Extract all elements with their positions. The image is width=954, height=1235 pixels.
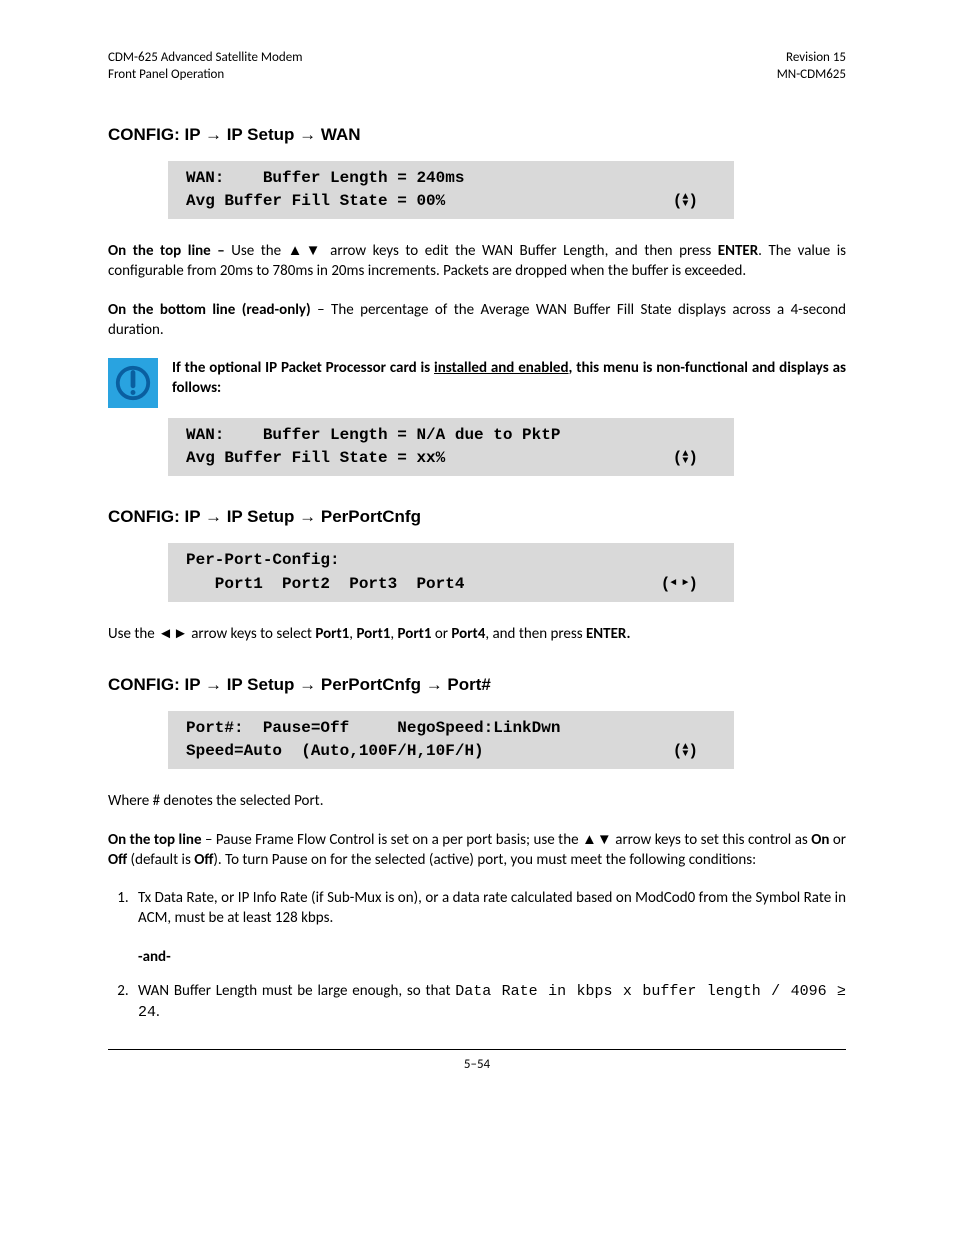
arrow-right-icon: → (205, 675, 222, 694)
section-heading-portnum: CONFIG: IP → IP Setup → PerPortCnfg → Po… (108, 674, 846, 697)
list-item: Tx Data Rate, or IP Info Rate (if Sub-Mu… (132, 888, 846, 967)
lcd-line: Per-Port-Config: (186, 549, 716, 572)
page-header: CDM-625 Advanced Satellite Modem Front P… (108, 50, 846, 84)
updown-icon: (▲▼) (673, 740, 698, 763)
header-right: Revision 15 MN-CDM625 (777, 50, 846, 84)
paragraph: On the top line – Use the ▲▼ arrow keys … (108, 241, 846, 282)
page-number: 5–54 (464, 1057, 490, 1072)
revision: Revision 15 (777, 50, 846, 67)
lcd-line: Port#: Pause=Off NegoSpeed:LinkDwn (186, 717, 716, 740)
arrow-right-icon: → (205, 507, 222, 526)
lcd-line: WAN: Buffer Length = N/A due to PktP (186, 424, 716, 447)
note-callout: If the optional IP Packet Processor card… (108, 358, 846, 408)
arrow-right-icon: → (299, 125, 316, 144)
alert-icon (108, 358, 158, 408)
paragraph: Use the ◄► arrow keys to select Port1, P… (108, 624, 846, 644)
updown-icon: (▲▼) (673, 190, 698, 213)
arrow-right-icon: → (299, 675, 316, 694)
doc-title: CDM-625 Advanced Satellite Modem (108, 50, 303, 67)
lcd-line: Avg Buffer Fill State = xx%(▲▼) (186, 447, 716, 470)
page-footer: 5–54 (108, 1049, 846, 1074)
arrow-right-icon: → (426, 675, 443, 694)
section-heading-perportcnfg: CONFIG: IP → IP Setup → PerPortCnfg (108, 506, 846, 529)
doc-subtitle: Front Panel Operation (108, 67, 303, 84)
paragraph: On the bottom line (read-only) – The per… (108, 300, 846, 341)
section-heading-wan: CONFIG: IP → IP Setup → WAN (108, 124, 846, 147)
lcd-display-wan: WAN: Buffer Length = 240ms Avg Buffer Fi… (168, 161, 734, 219)
lcd-line: Avg Buffer Fill State = 00%(▲▼) (186, 190, 716, 213)
paragraph: On the top line – Pause Frame Flow Contr… (108, 830, 846, 871)
lcd-line: Speed=Auto (Auto,100F/H,10F/H)(▲▼) (186, 740, 716, 763)
lcd-display-wan-pktp: WAN: Buffer Length = N/A due to PktP Avg… (168, 418, 734, 476)
lcd-display-portnum: Port#: Pause=Off NegoSpeed:LinkDwn Speed… (168, 711, 734, 769)
lcd-line: Port1 Port2 Port3 Port4(◄ ►) (186, 573, 716, 596)
lcd-display-perport: Per-Port-Config: Port1 Port2 Port3 Port4… (168, 543, 734, 601)
note-text: If the optional IP Packet Processor card… (172, 358, 846, 399)
doc-number: MN-CDM625 (777, 67, 846, 84)
arrow-right-icon: → (205, 125, 222, 144)
paragraph: Where # denotes the selected Port. (108, 791, 846, 811)
conditions-list: Tx Data Rate, or IP Info Rate (if Sub-Mu… (108, 888, 846, 1023)
updown-icon: (▲▼) (673, 447, 698, 470)
arrow-right-icon: → (299, 507, 316, 526)
lcd-line: WAN: Buffer Length = 240ms (186, 167, 716, 190)
header-left: CDM-625 Advanced Satellite Modem Front P… (108, 50, 303, 84)
list-item: WAN Buffer Length must be large enough, … (132, 981, 846, 1024)
leftright-icon: (◄ ►) (661, 573, 698, 596)
